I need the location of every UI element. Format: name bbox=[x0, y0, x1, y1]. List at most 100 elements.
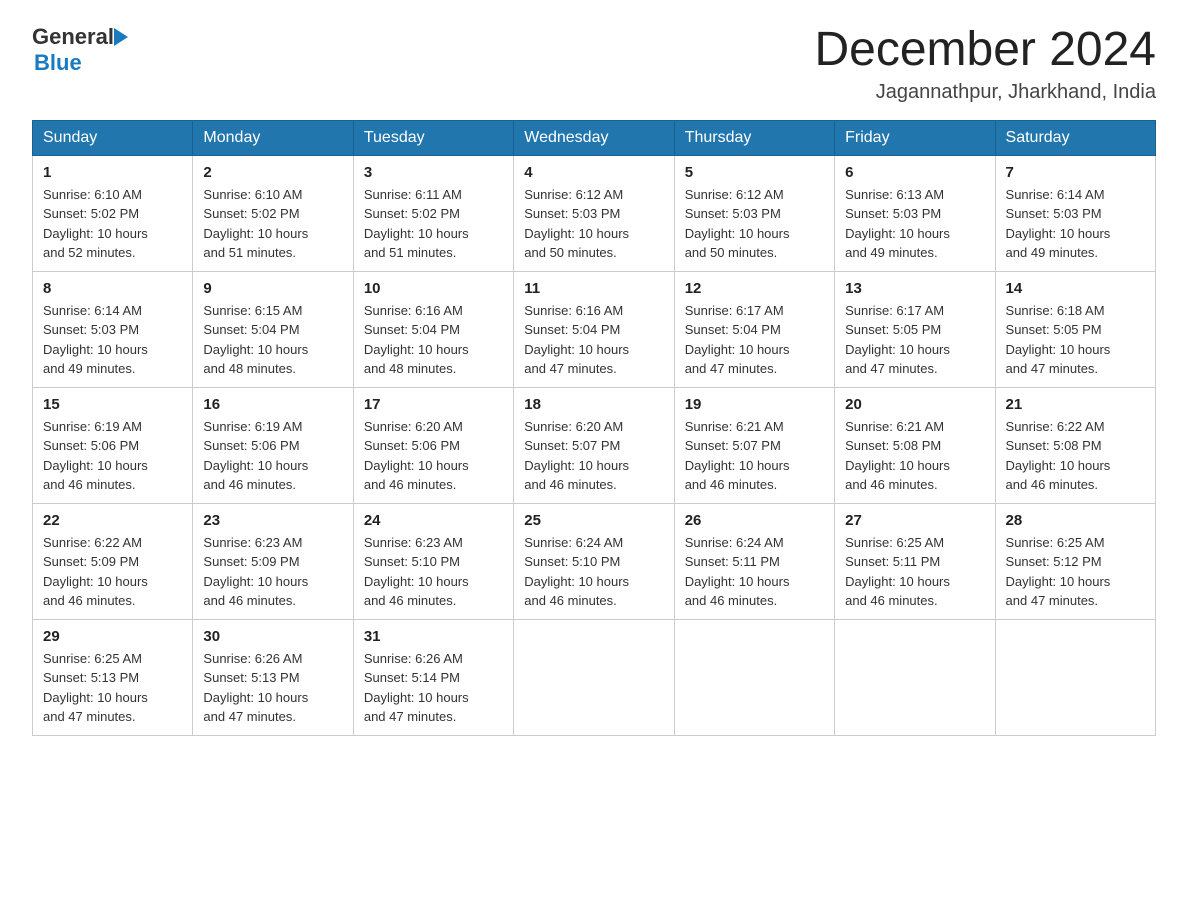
day-number: 4 bbox=[524, 164, 663, 181]
calendar-cell: 19 Sunrise: 6:21 AMSunset: 5:07 PMDayligh… bbox=[674, 387, 834, 503]
day-number: 30 bbox=[203, 628, 342, 645]
day-number: 11 bbox=[524, 280, 663, 297]
weekday-header-saturday: Saturday bbox=[995, 120, 1155, 155]
day-number: 31 bbox=[364, 628, 503, 645]
day-info: Sunrise: 6:14 AMSunset: 5:03 PMDaylight:… bbox=[1006, 185, 1145, 263]
day-number: 25 bbox=[524, 512, 663, 529]
day-info: Sunrise: 6:12 AMSunset: 5:03 PMDaylight:… bbox=[685, 185, 824, 263]
calendar-cell: 31Sunrise: 6:26 AMSunset: 5:14 PMDayligh… bbox=[353, 619, 513, 735]
calendar-cell bbox=[995, 619, 1155, 735]
day-number: 14 bbox=[1006, 280, 1145, 297]
weekday-header-row: SundayMondayTuesdayWednesdayThursdayFrid… bbox=[33, 120, 1156, 155]
calendar-cell bbox=[514, 619, 674, 735]
day-number: 15 bbox=[43, 396, 182, 413]
weekday-header-friday: Friday bbox=[835, 120, 995, 155]
calendar-cell: 4 Sunrise: 6:12 AMSunset: 5:03 PMDaylight… bbox=[514, 155, 674, 271]
day-number: 2 bbox=[203, 164, 342, 181]
calendar-week-row: 1 Sunrise: 6:10 AMSunset: 5:02 PMDaylight… bbox=[33, 155, 1156, 271]
calendar-cell: 2 Sunrise: 6:10 AMSunset: 5:02 PMDaylight… bbox=[193, 155, 353, 271]
day-number: 24 bbox=[364, 512, 503, 529]
calendar-cell: 18 Sunrise: 6:20 AMSunset: 5:07 PMDayligh… bbox=[514, 387, 674, 503]
weekday-header-thursday: Thursday bbox=[674, 120, 834, 155]
day-number: 23 bbox=[203, 512, 342, 529]
day-number: 8 bbox=[43, 280, 182, 297]
day-info: Sunrise: 6:23 AMSunset: 5:10 PMDaylight:… bbox=[364, 533, 503, 611]
day-info: Sunrise: 6:21 AMSunset: 5:07 PMDaylight:… bbox=[685, 417, 824, 495]
day-number: 20 bbox=[845, 396, 984, 413]
calendar-week-row: 15 Sunrise: 6:19 AMSunset: 5:06 PMDayligh… bbox=[33, 387, 1156, 503]
day-info: Sunrise: 6:10 AMSunset: 5:02 PMDaylight:… bbox=[43, 185, 182, 263]
calendar-week-row: 22 Sunrise: 6:22 AMSunset: 5:09 PMDayligh… bbox=[33, 503, 1156, 619]
day-info: Sunrise: 6:19 AMSunset: 5:06 PMDaylight:… bbox=[43, 417, 182, 495]
calendar-cell: 15 Sunrise: 6:19 AMSunset: 5:06 PMDayligh… bbox=[33, 387, 193, 503]
logo-arrow-icon bbox=[114, 28, 128, 46]
calendar-cell: 17Sunrise: 6:20 AMSunset: 5:06 PMDayligh… bbox=[353, 387, 513, 503]
day-number: 16 bbox=[203, 396, 342, 413]
calendar-cell: 22 Sunrise: 6:22 AMSunset: 5:09 PMDayligh… bbox=[33, 503, 193, 619]
calendar-cell: 14 Sunrise: 6:18 AMSunset: 5:05 PMDayligh… bbox=[995, 271, 1155, 387]
calendar-cell: 16 Sunrise: 6:19 AMSunset: 5:06 PMDayligh… bbox=[193, 387, 353, 503]
day-info: Sunrise: 6:17 AMSunset: 5:04 PMDaylight:… bbox=[685, 301, 824, 379]
calendar-table: SundayMondayTuesdayWednesdayThursdayFrid… bbox=[32, 120, 1156, 736]
day-info: Sunrise: 6:16 AMSunset: 5:04 PMDaylight:… bbox=[364, 301, 503, 379]
calendar-cell: 28Sunrise: 6:25 AMSunset: 5:12 PMDayligh… bbox=[995, 503, 1155, 619]
day-info: Sunrise: 6:20 AMSunset: 5:07 PMDaylight:… bbox=[524, 417, 663, 495]
header: General Blue December 2024 Jagannathpur,… bbox=[32, 24, 1156, 104]
calendar-cell: 9Sunrise: 6:15 AMSunset: 5:04 PMDaylight… bbox=[193, 271, 353, 387]
day-number: 10 bbox=[364, 280, 503, 297]
day-info: Sunrise: 6:24 AMSunset: 5:11 PMDaylight:… bbox=[685, 533, 824, 611]
day-info: Sunrise: 6:22 AMSunset: 5:09 PMDaylight:… bbox=[43, 533, 182, 611]
day-info: Sunrise: 6:14 AMSunset: 5:03 PMDaylight:… bbox=[43, 301, 182, 379]
day-info: Sunrise: 6:17 AMSunset: 5:05 PMDaylight:… bbox=[845, 301, 984, 379]
day-number: 9 bbox=[203, 280, 342, 297]
day-info: Sunrise: 6:23 AMSunset: 5:09 PMDaylight:… bbox=[203, 533, 342, 611]
day-info: Sunrise: 6:16 AMSunset: 5:04 PMDaylight:… bbox=[524, 301, 663, 379]
day-info: Sunrise: 6:25 AMSunset: 5:13 PMDaylight:… bbox=[43, 649, 182, 727]
day-number: 18 bbox=[524, 396, 663, 413]
calendar-cell: 25 Sunrise: 6:24 AMSunset: 5:10 PMDayligh… bbox=[514, 503, 674, 619]
weekday-header-sunday: Sunday bbox=[33, 120, 193, 155]
calendar-cell: 26 Sunrise: 6:24 AMSunset: 5:11 PMDayligh… bbox=[674, 503, 834, 619]
title-area: December 2024 Jagannathpur, Jharkhand, I… bbox=[814, 24, 1156, 104]
calendar-cell: 12 Sunrise: 6:17 AMSunset: 5:04 PMDayligh… bbox=[674, 271, 834, 387]
day-number: 29 bbox=[43, 628, 182, 645]
day-info: Sunrise: 6:10 AMSunset: 5:02 PMDaylight:… bbox=[203, 185, 342, 263]
day-number: 19 bbox=[685, 396, 824, 413]
calendar-cell: 3Sunrise: 6:11 AMSunset: 5:02 PMDaylight… bbox=[353, 155, 513, 271]
calendar-week-row: 8 Sunrise: 6:14 AMSunset: 5:03 PMDaylight… bbox=[33, 271, 1156, 387]
weekday-header-wednesday: Wednesday bbox=[514, 120, 674, 155]
calendar-cell: 7Sunrise: 6:14 AMSunset: 5:03 PMDaylight… bbox=[995, 155, 1155, 271]
day-number: 1 bbox=[43, 164, 182, 181]
calendar-cell: 23 Sunrise: 6:23 AMSunset: 5:09 PMDayligh… bbox=[193, 503, 353, 619]
calendar-title: December 2024 bbox=[814, 24, 1156, 77]
calendar-cell: 21 Sunrise: 6:22 AMSunset: 5:08 PMDayligh… bbox=[995, 387, 1155, 503]
weekday-header-monday: Monday bbox=[193, 120, 353, 155]
day-info: Sunrise: 6:25 AMSunset: 5:12 PMDaylight:… bbox=[1006, 533, 1145, 611]
calendar-cell: 20 Sunrise: 6:21 AMSunset: 5:08 PMDayligh… bbox=[835, 387, 995, 503]
calendar-subtitle: Jagannathpur, Jharkhand, India bbox=[814, 81, 1156, 104]
day-info: Sunrise: 6:24 AMSunset: 5:10 PMDaylight:… bbox=[524, 533, 663, 611]
day-info: Sunrise: 6:21 AMSunset: 5:08 PMDaylight:… bbox=[845, 417, 984, 495]
calendar-cell: 1 Sunrise: 6:10 AMSunset: 5:02 PMDaylight… bbox=[33, 155, 193, 271]
day-number: 21 bbox=[1006, 396, 1145, 413]
day-info: Sunrise: 6:22 AMSunset: 5:08 PMDaylight:… bbox=[1006, 417, 1145, 495]
day-info: Sunrise: 6:26 AMSunset: 5:13 PMDaylight:… bbox=[203, 649, 342, 727]
calendar-cell: 6 Sunrise: 6:13 AMSunset: 5:03 PMDaylight… bbox=[835, 155, 995, 271]
logo-blue-text: Blue bbox=[34, 50, 82, 76]
calendar-cell: 10 Sunrise: 6:16 AMSunset: 5:04 PMDayligh… bbox=[353, 271, 513, 387]
logo: General Blue bbox=[32, 24, 128, 76]
day-number: 27 bbox=[845, 512, 984, 529]
day-number: 22 bbox=[43, 512, 182, 529]
day-number: 12 bbox=[685, 280, 824, 297]
calendar-cell: 27Sunrise: 6:25 AMSunset: 5:11 PMDayligh… bbox=[835, 503, 995, 619]
day-info: Sunrise: 6:13 AMSunset: 5:03 PMDaylight:… bbox=[845, 185, 984, 263]
day-number: 26 bbox=[685, 512, 824, 529]
calendar-cell: 5Sunrise: 6:12 AMSunset: 5:03 PMDaylight… bbox=[674, 155, 834, 271]
weekday-header-tuesday: Tuesday bbox=[353, 120, 513, 155]
calendar-cell: 13Sunrise: 6:17 AMSunset: 5:05 PMDayligh… bbox=[835, 271, 995, 387]
day-number: 6 bbox=[845, 164, 984, 181]
day-info: Sunrise: 6:18 AMSunset: 5:05 PMDaylight:… bbox=[1006, 301, 1145, 379]
day-info: Sunrise: 6:12 AMSunset: 5:03 PMDaylight:… bbox=[524, 185, 663, 263]
day-info: Sunrise: 6:19 AMSunset: 5:06 PMDaylight:… bbox=[203, 417, 342, 495]
calendar-week-row: 29 Sunrise: 6:25 AMSunset: 5:13 PMDayligh… bbox=[33, 619, 1156, 735]
